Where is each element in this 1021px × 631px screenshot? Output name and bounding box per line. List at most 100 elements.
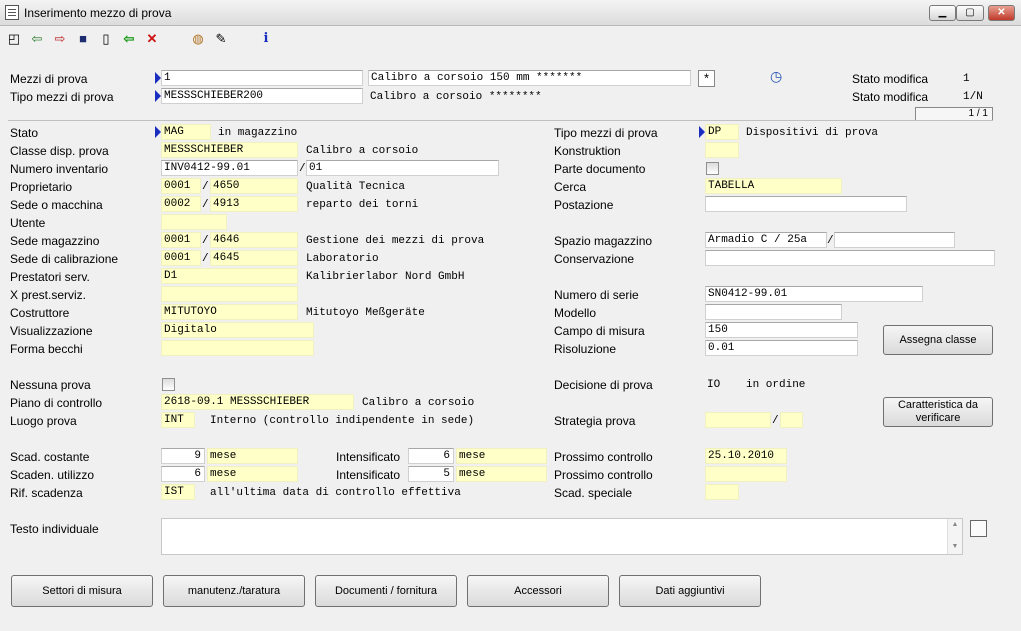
rif-scadenza-label: Rif. scadenza: [10, 486, 83, 500]
app-icon: [5, 5, 19, 20]
inventario-input[interactable]: INV0412-99.01: [161, 160, 298, 176]
konstruktion-input[interactable]: [705, 142, 739, 158]
minimize-button[interactable]: ▁: [929, 5, 956, 21]
separator: /: [202, 235, 209, 247]
scad-utilizzo-input[interactable]: 6: [161, 466, 205, 482]
assegna-classe-button[interactable]: Assegna classe: [883, 325, 993, 355]
back-arrow-icon[interactable]: ⇦: [120, 30, 138, 48]
classe-label: Classe disp. prova: [10, 144, 109, 158]
visualizzazione-input[interactable]: Digitalo: [161, 322, 314, 338]
costruttore-input[interactable]: MITUTOYO: [161, 304, 298, 320]
luogo-label: Luogo prova: [10, 414, 77, 428]
tipo-input[interactable]: MESSSCHIEBER200: [161, 88, 363, 104]
intensificato-label-2: Intensificato: [336, 468, 401, 482]
stato-input[interactable]: MAG: [161, 124, 211, 140]
sede-label: Sede o macchina: [10, 198, 103, 212]
nessuna-checkbox[interactable]: [162, 378, 175, 391]
textarea-scrollbar[interactable]: ▲ ▼: [947, 519, 962, 554]
strategia-input-2[interactable]: [780, 412, 803, 428]
utente-label: Utente: [10, 216, 46, 230]
sede-calibrazione-input-2[interactable]: 4645: [210, 250, 298, 266]
close-button[interactable]: ✕: [988, 5, 1015, 21]
mezzi-input[interactable]: 1: [161, 70, 363, 86]
strategia-input-1[interactable]: [705, 412, 771, 428]
proprietario-input-1[interactable]: 0001: [161, 178, 201, 194]
settori-misura-button[interactable]: Settori di misura: [11, 575, 153, 607]
risoluzione-input[interactable]: 0.01: [705, 340, 858, 356]
serie-input[interactable]: SN0412-99.01: [705, 286, 923, 302]
maximize-button[interactable]: ▢: [956, 5, 984, 21]
manutenzione-button[interactable]: manutenz./taratura: [163, 575, 305, 607]
mezzi-desc-field[interactable]: Calibro a corsoio 150 mm *******: [368, 70, 691, 86]
rif-scadenza-input[interactable]: IST: [161, 484, 195, 500]
intensificato-unit-1[interactable]: mese: [456, 448, 547, 464]
star-button[interactable]: *: [698, 70, 715, 87]
modello-input[interactable]: [705, 304, 842, 320]
piano-label: Piano di controllo: [10, 396, 103, 410]
scad-costante-input[interactable]: 9: [161, 448, 205, 464]
info-icon[interactable]: i: [257, 30, 275, 48]
sede-magazzino-input-1[interactable]: 0001: [161, 232, 201, 248]
parte-checkbox[interactable]: [706, 162, 719, 175]
conservazione-input[interactable]: [705, 250, 995, 266]
utente-input[interactable]: [161, 214, 227, 230]
piano-desc: Calibro a corsoio: [362, 397, 475, 409]
caratteristica-button[interactable]: Caratteristica da verificare: [883, 397, 993, 427]
sede-calibrazione-input-1[interactable]: 0001: [161, 250, 201, 266]
export-icon[interactable]: ⇨: [51, 30, 69, 48]
window-title: Inserimento mezzo di prova: [24, 6, 172, 20]
documenti-button[interactable]: Documenti / fornitura: [315, 575, 457, 607]
scad-costante-label: Scad. costante: [10, 450, 90, 464]
testo-label: Testo individuale: [10, 522, 99, 536]
conservazione-label: Conservazione: [554, 252, 635, 266]
copy-icon[interactable]: ◰: [5, 30, 23, 48]
spazio-input[interactable]: Armadio C / 25a: [705, 232, 827, 248]
luogo-input[interactable]: INT: [161, 412, 195, 428]
accessori-button[interactable]: Accessori: [467, 575, 609, 607]
scad-utilizzo-unit[interactable]: mese: [207, 466, 298, 482]
separator: /: [827, 235, 834, 247]
classe-desc: Calibro a corsoio: [306, 145, 419, 157]
delete-icon[interactable]: ✕: [143, 30, 161, 48]
prestatori-input[interactable]: D1: [161, 268, 298, 284]
campo-input[interactable]: 150: [705, 322, 858, 338]
sede-calibrazione-label: Sede di calibrazione: [10, 252, 119, 266]
costruttore-label: Costruttore: [10, 306, 70, 320]
prossimo-controllo-label-2: Prossimo controllo: [554, 468, 653, 482]
classe-input[interactable]: MESSSCHIEBER: [161, 142, 298, 158]
speciale-input[interactable]: [705, 484, 739, 500]
xprest-input[interactable]: [161, 286, 298, 302]
sede-input-2[interactable]: 4913: [210, 196, 298, 212]
scad-costante-unit[interactable]: mese: [207, 448, 298, 464]
postazione-input[interactable]: [705, 196, 907, 212]
intensificato-input-2[interactable]: 5: [408, 466, 454, 482]
piano-input[interactable]: 2618-09.1 MESSSCHIEBER: [161, 394, 354, 410]
visualizzazione-label: Visualizzazione: [10, 324, 93, 338]
sede-input-1[interactable]: 0002: [161, 196, 201, 212]
forma-input[interactable]: [161, 340, 314, 356]
clock-user-icon[interactable]: ◷: [770, 68, 788, 86]
sede-magazzino-input-2[interactable]: 4646: [210, 232, 298, 248]
proprietario-input-2[interactable]: 4650: [210, 178, 298, 194]
cerca-input[interactable]: TABELLA: [705, 178, 842, 194]
prossimo-controllo-input-2[interactable]: [705, 466, 787, 482]
intensificato-input-1[interactable]: 6: [408, 448, 454, 464]
edit-chart-icon[interactable]: ✎: [212, 30, 230, 48]
rif-scadenza-desc: all'ultima data di controllo effettiva: [210, 487, 461, 499]
tools-icon[interactable]: ◍: [189, 30, 207, 48]
konstruktion-label: Konstruktion: [554, 144, 621, 158]
proprietario-desc: Qualità Tecnica: [306, 181, 406, 193]
save-icon[interactable]: ■: [74, 30, 92, 48]
prossimo-controllo-label-1: Prossimo controllo: [554, 450, 653, 464]
prossimo-controllo-input-1[interactable]: 25.10.2010: [705, 448, 787, 464]
inventario-suffix-input[interactable]: 01: [306, 160, 499, 176]
intensificato-unit-2[interactable]: mese: [456, 466, 547, 482]
spazio-input-2[interactable]: [834, 232, 955, 248]
new-document-icon[interactable]: ▯: [97, 30, 115, 48]
separator: /: [772, 415, 779, 427]
right-tipo-input[interactable]: DP: [705, 124, 739, 140]
testo-textarea[interactable]: [161, 518, 963, 555]
textarea-expand-button[interactable]: [970, 520, 987, 537]
import-icon[interactable]: ⇦: [28, 30, 46, 48]
dati-aggiuntivi-button[interactable]: Dati aggiuntivi: [619, 575, 761, 607]
